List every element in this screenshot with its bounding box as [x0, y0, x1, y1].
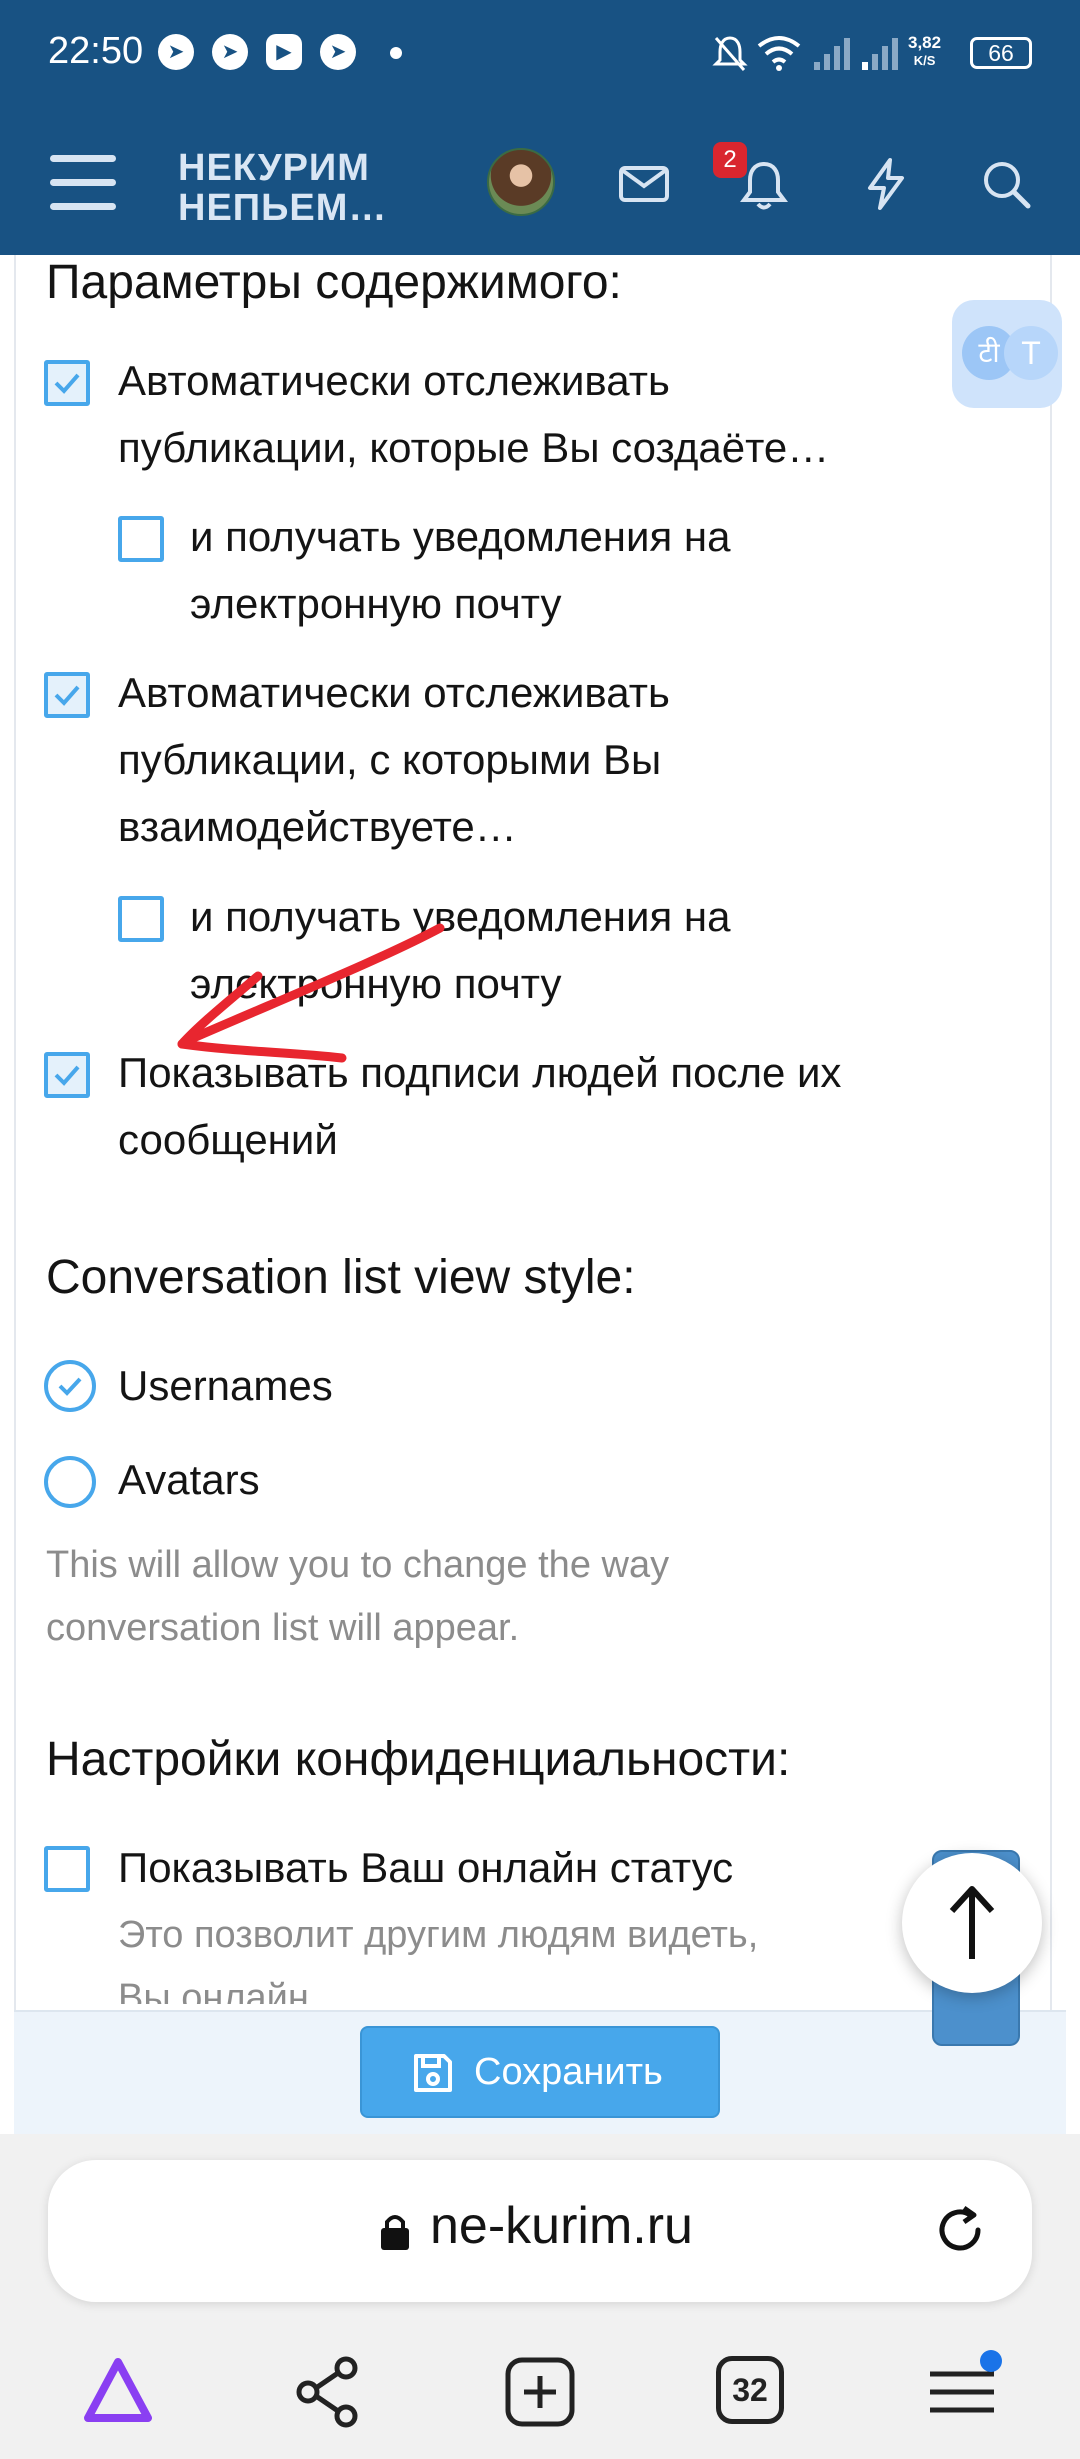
auto-watch-created-checkbox[interactable]: [44, 360, 90, 406]
reload-icon[interactable]: [930, 2200, 990, 2260]
envelope-icon[interactable]: [616, 156, 672, 212]
mute-bell-icon: [712, 36, 748, 71]
more-notifications-dot: [390, 47, 402, 59]
alice-assistant-icon[interactable]: [78, 2352, 158, 2432]
online-status-label[interactable]: Показывать Ваш онлайн статус: [118, 1834, 733, 1901]
signal-icon-2: [862, 38, 898, 70]
search-icon[interactable]: [978, 156, 1034, 212]
logo-line-1: НЕКУРИМ: [178, 147, 370, 189]
media-icon: ▶: [266, 34, 302, 70]
floppy-disk-icon: [414, 2054, 452, 2092]
label-line: Автоматически отслеживать: [118, 669, 670, 716]
hint-line: Это позволит другим людям видеть,: [118, 1914, 759, 1956]
user-avatar[interactable]: [487, 148, 555, 216]
site-logo[interactable]: НЕКУРИМ НЕПЬЕМ…: [178, 148, 387, 228]
hint-line: This will allow you to change the way: [46, 1544, 670, 1586]
usernames-radio[interactable]: [44, 1360, 96, 1412]
url-text[interactable]: ne-kurim.ru: [430, 2196, 693, 2256]
avatars-radio[interactable]: [44, 1456, 96, 1508]
logo-line-2: НЕПЬЕМ…: [178, 187, 388, 229]
new-tab-icon[interactable]: [500, 2352, 580, 2432]
battery-indicator: 66: [970, 37, 1032, 69]
label-line: электронную почту: [190, 580, 562, 627]
email-on-created-checkbox[interactable]: [118, 516, 164, 562]
network-speed: 3,82 K/S: [908, 34, 941, 70]
notification-badge: 2: [713, 142, 747, 178]
lightning-icon[interactable]: [858, 156, 914, 212]
conversation-style-title: Conversation list view style:: [46, 1251, 636, 1304]
save-button[interactable]: Сохранить: [360, 2026, 720, 2118]
telegram-icon: ➤: [158, 34, 194, 70]
speed-value: 3,82: [908, 33, 942, 52]
telegram-icon: ➤: [320, 34, 356, 70]
hamburger-menu-icon[interactable]: [50, 155, 116, 211]
privacy-title: Настройки конфиденциальности:: [46, 1733, 791, 1786]
scroll-to-top-button[interactable]: [902, 1853, 1042, 1993]
hint-line: Вы онлайн.: [118, 1977, 320, 2004]
label-line: публикации, которые Вы создаёте…: [118, 424, 830, 471]
online-status-hint: Это позволит другим людям видеть, Вы онл…: [118, 1904, 758, 2004]
auto-watch-interacted-checkbox[interactable]: [44, 672, 90, 718]
annotation-arrow: [177, 923, 445, 1063]
label-line: и получать уведомления на: [190, 513, 731, 560]
tabs-count-button[interactable]: 32: [716, 2356, 784, 2424]
label-line: публикации, с которыми Вы: [118, 736, 662, 783]
hint-line: conversation list will appear.: [46, 1607, 520, 1649]
translate-glyph-target: T: [1004, 326, 1058, 380]
menu-notification-dot: [980, 2350, 1002, 2372]
label-line: взаимодействуете…: [118, 803, 517, 850]
wifi-icon: [757, 36, 801, 71]
arrow-up-icon: [949, 1886, 995, 1959]
show-signatures-checkbox[interactable]: [44, 1052, 90, 1098]
speed-unit: K/S: [913, 53, 936, 68]
online-status-checkbox[interactable]: [44, 1846, 90, 1892]
email-on-interacted-checkbox[interactable]: [118, 896, 164, 942]
label-line: сообщений: [118, 1116, 338, 1163]
clock: 22:50: [48, 30, 144, 72]
lock-icon: [381, 2215, 409, 2250]
auto-watch-created-label[interactable]: Автоматически отслеживать публикации, ко…: [118, 347, 829, 481]
email-on-created-label[interactable]: и получать уведомления на электронную по…: [190, 503, 730, 637]
signal-icon-1: [814, 38, 850, 70]
usernames-label[interactable]: Usernames: [118, 1352, 333, 1419]
share-icon[interactable]: [288, 2352, 368, 2432]
auto-watch-interacted-label[interactable]: Автоматически отслеживать публикации, с …: [118, 659, 670, 860]
save-button-label: Сохранить: [474, 2051, 663, 2093]
avatars-label[interactable]: Avatars: [118, 1446, 260, 1513]
content-options-title: Параметры содержимого:: [46, 256, 622, 309]
translate-widget[interactable]: टी T: [952, 300, 1062, 408]
conversation-style-hint: This will allow you to change the way co…: [46, 1534, 669, 1660]
label-line: Автоматически отслеживать: [118, 357, 670, 404]
telegram-icon: ➤: [212, 34, 248, 70]
